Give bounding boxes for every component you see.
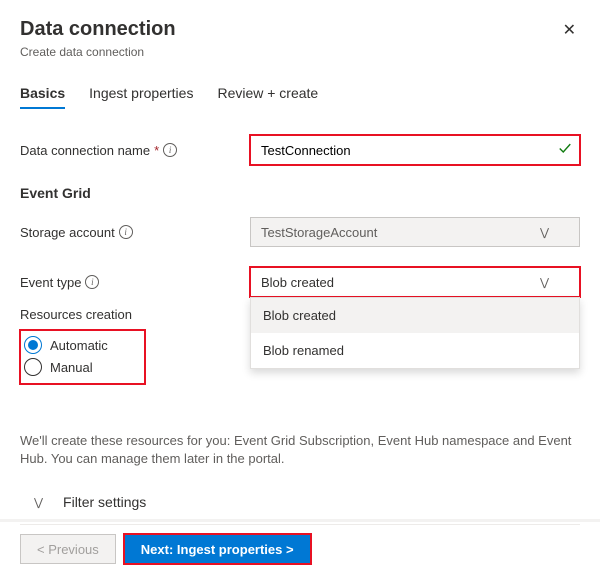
event-type-dropdown: Blob created Blob renamed: [250, 297, 580, 369]
next-button[interactable]: Next: Ingest properties >: [124, 534, 311, 564]
close-icon[interactable]: ✕: [559, 18, 580, 42]
page-title: Data connection: [20, 18, 176, 41]
storage-account-select[interactable]: TestStorageAccount ⋁: [250, 217, 580, 247]
chevron-down-icon: ⋁: [540, 226, 549, 239]
radio-circle-icon: [24, 358, 42, 376]
event-type-label: Event type i: [20, 275, 250, 290]
radio-manual-label: Manual: [50, 360, 93, 375]
connection-name-label: Data connection name * i: [20, 143, 250, 158]
check-icon: [558, 142, 572, 159]
page-subtitle: Create data connection: [20, 45, 176, 59]
info-icon[interactable]: i: [85, 275, 99, 289]
event-type-label-text: Event type: [20, 275, 81, 290]
radio-circle-icon: [24, 336, 42, 354]
connection-name-label-text: Data connection name: [20, 143, 150, 158]
event-type-value: Blob created: [261, 275, 334, 290]
dropdown-item-blob-renamed[interactable]: Blob renamed: [251, 333, 579, 368]
info-icon[interactable]: i: [163, 143, 177, 157]
info-icon[interactable]: i: [119, 225, 133, 239]
resources-description: We'll create these resources for you: Ev…: [20, 432, 580, 468]
tabs: Basics Ingest properties Review + create: [20, 85, 580, 109]
radio-automatic-label: Automatic: [50, 338, 108, 353]
required-mark: *: [154, 143, 159, 158]
radio-automatic[interactable]: Automatic: [24, 336, 141, 354]
event-grid-heading: Event Grid: [20, 185, 580, 201]
filter-settings-label: Filter settings: [63, 494, 146, 510]
previous-button[interactable]: < Previous: [20, 534, 116, 564]
chevron-down-icon: ⋁: [540, 276, 549, 289]
storage-account-value: TestStorageAccount: [261, 225, 377, 240]
tab-ingest-properties[interactable]: Ingest properties: [89, 85, 193, 109]
resources-creation-group: Automatic Manual: [20, 330, 145, 384]
storage-account-label: Storage account i: [20, 225, 250, 240]
tab-basics[interactable]: Basics: [20, 85, 65, 109]
radio-manual[interactable]: Manual: [24, 358, 141, 376]
dropdown-item-blob-created[interactable]: Blob created: [251, 298, 579, 333]
footer-separator: [0, 519, 600, 522]
connection-name-input[interactable]: [250, 135, 580, 165]
tab-review-create[interactable]: Review + create: [217, 85, 318, 109]
chevron-down-icon: ⋁: [34, 496, 43, 509]
storage-account-label-text: Storage account: [20, 225, 115, 240]
event-type-select[interactable]: Blob created ⋁: [250, 267, 580, 297]
